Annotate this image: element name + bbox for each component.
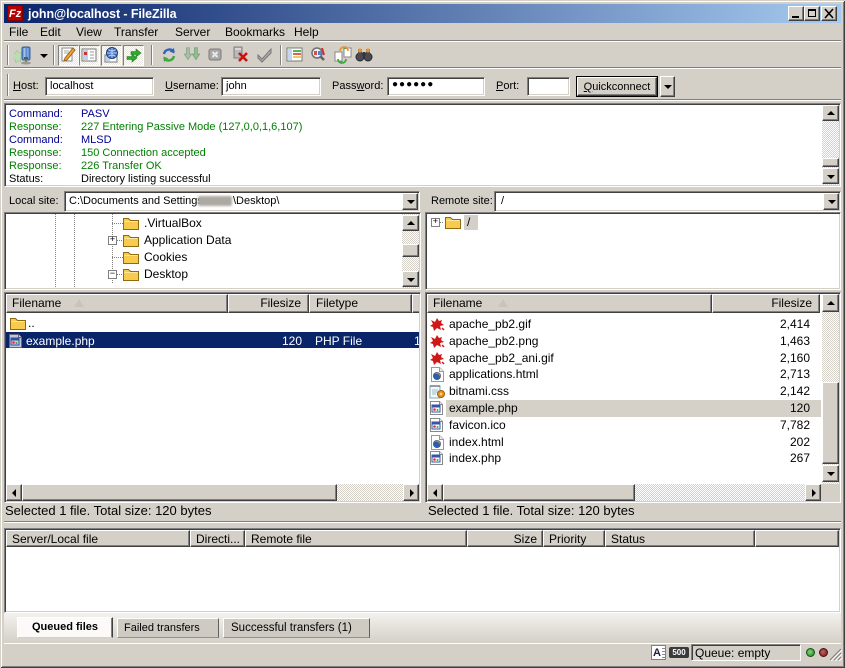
svg-text:Fz: Fz [9,8,22,20]
